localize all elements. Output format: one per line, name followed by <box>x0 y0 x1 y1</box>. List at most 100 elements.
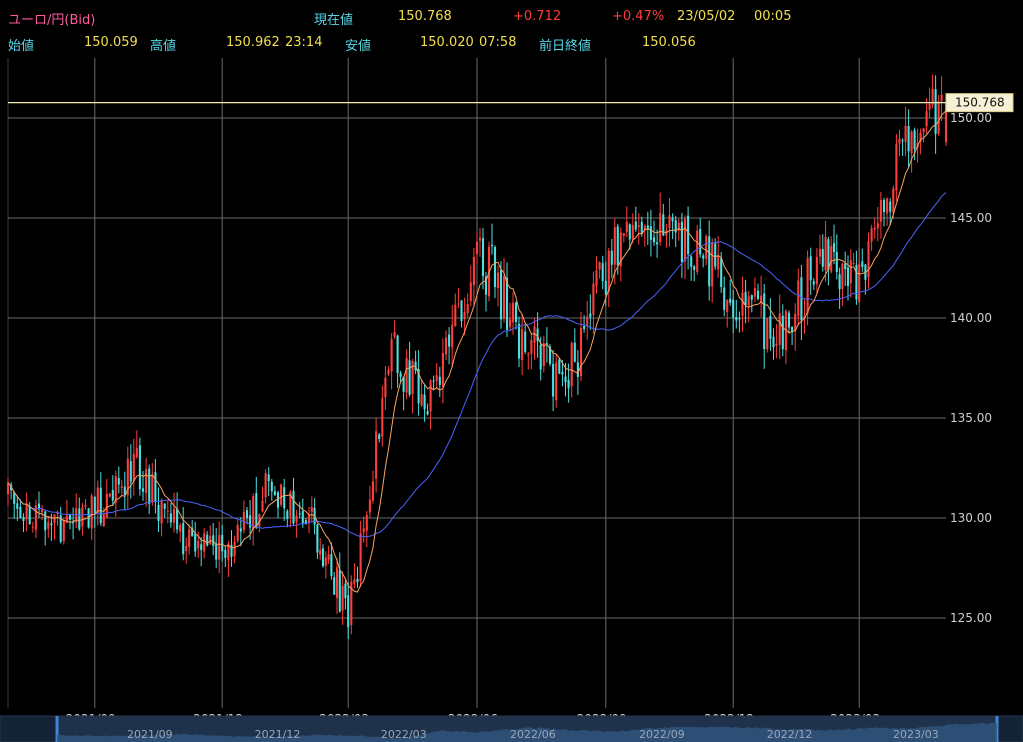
candle-body <box>324 557 327 566</box>
candle-body <box>273 491 276 496</box>
candle-body <box>72 522 75 524</box>
candle-body <box>338 570 341 612</box>
candle-body <box>185 545 188 551</box>
candle-body <box>233 541 236 557</box>
candle-body <box>787 312 791 328</box>
candle-body <box>797 280 800 316</box>
candle-body <box>760 295 763 303</box>
candle-body <box>19 506 22 519</box>
candle-body <box>717 255 720 270</box>
candle-body <box>521 329 524 361</box>
candle-body <box>693 266 696 270</box>
current-price-value: 150.768 <box>398 9 452 24</box>
candle-body <box>194 534 197 552</box>
candle-body <box>576 362 579 377</box>
candle-body <box>493 247 497 288</box>
candle-body <box>508 319 512 327</box>
previous-close-label: 前日終値 <box>539 39 592 54</box>
candle-body <box>778 313 781 345</box>
candle-body <box>656 242 659 245</box>
candle-body <box>625 221 628 233</box>
candle-body <box>454 304 457 327</box>
candle-body <box>344 583 347 599</box>
candle-body <box>570 343 573 386</box>
candle-body <box>368 499 371 513</box>
candle-body <box>652 237 656 243</box>
candle-body <box>772 336 775 348</box>
candle-body <box>176 508 179 530</box>
candle-body <box>120 486 123 489</box>
candle-body <box>573 342 576 362</box>
candle-body <box>889 201 892 212</box>
candle-body <box>910 131 913 154</box>
candle-body <box>753 288 756 297</box>
candle-body <box>583 325 586 329</box>
candle-body <box>448 334 451 347</box>
candle-body <box>699 228 702 255</box>
candle-body <box>34 505 37 530</box>
candle-body <box>696 230 699 272</box>
candle-body <box>934 89 937 134</box>
candle-body <box>607 250 610 292</box>
candle-body <box>527 353 530 355</box>
candle-body <box>634 221 637 230</box>
candle-body <box>841 263 844 289</box>
candle-body <box>321 548 325 567</box>
candle-body <box>172 508 176 523</box>
candle-body <box>463 311 466 320</box>
candle-body <box>818 249 822 257</box>
candle-body <box>928 103 931 110</box>
navigator-tick-label: 2023/03 <box>893 728 939 741</box>
candle-body <box>408 360 411 395</box>
navigator-tick-label: 2021/09 <box>127 728 173 741</box>
candle-body <box>671 217 674 222</box>
candle-body <box>690 256 693 267</box>
low-label: 安値 <box>345 39 372 54</box>
candle-body <box>687 215 690 255</box>
candle-body <box>310 507 313 513</box>
candle-body <box>567 379 570 389</box>
quote-time: 00:05 <box>754 9 792 24</box>
open-value: 150.059 <box>84 35 138 50</box>
candle-body <box>640 221 643 234</box>
candle-body <box>224 549 227 558</box>
candle-body <box>720 258 723 287</box>
candle-body <box>432 380 435 382</box>
currency-pair-title: ユーロ/円(Bid) <box>8 13 96 28</box>
candle-body <box>738 318 741 320</box>
candle-body <box>132 453 135 482</box>
candle-body <box>702 255 705 259</box>
candle-body <box>387 369 390 375</box>
candle-body <box>93 496 96 513</box>
candlestick-chart[interactable]: 125.00 130.00 135.00 140.00 145.00 150.00 2021… <box>0 58 1023 742</box>
candle-body <box>852 263 855 265</box>
candle-body <box>460 300 463 322</box>
candle-body <box>775 343 778 346</box>
candle-body <box>301 510 304 524</box>
candle-body <box>592 283 595 315</box>
candle-body <box>371 481 375 501</box>
candle-body <box>940 94 943 102</box>
candle-body <box>81 507 84 527</box>
candle-body <box>937 101 940 134</box>
candle-body <box>668 215 671 229</box>
candle-body <box>659 213 662 243</box>
candle-body <box>879 200 882 222</box>
candle-body <box>111 490 114 501</box>
candle-body <box>292 490 295 524</box>
candle-body <box>252 496 255 530</box>
candle-body <box>179 524 182 532</box>
candle-body <box>249 515 252 528</box>
candle-body <box>524 331 527 352</box>
candle-body <box>99 487 102 524</box>
candle-body <box>47 522 50 529</box>
low-value: 150.020 <box>420 35 474 50</box>
candle-body <box>714 243 717 267</box>
candle-body <box>396 335 399 374</box>
chart-background <box>0 58 1023 742</box>
candle-body <box>245 510 249 518</box>
candle-body <box>319 549 322 555</box>
candle-body <box>381 398 384 437</box>
candle-body <box>255 493 258 528</box>
candle-body <box>261 500 264 512</box>
